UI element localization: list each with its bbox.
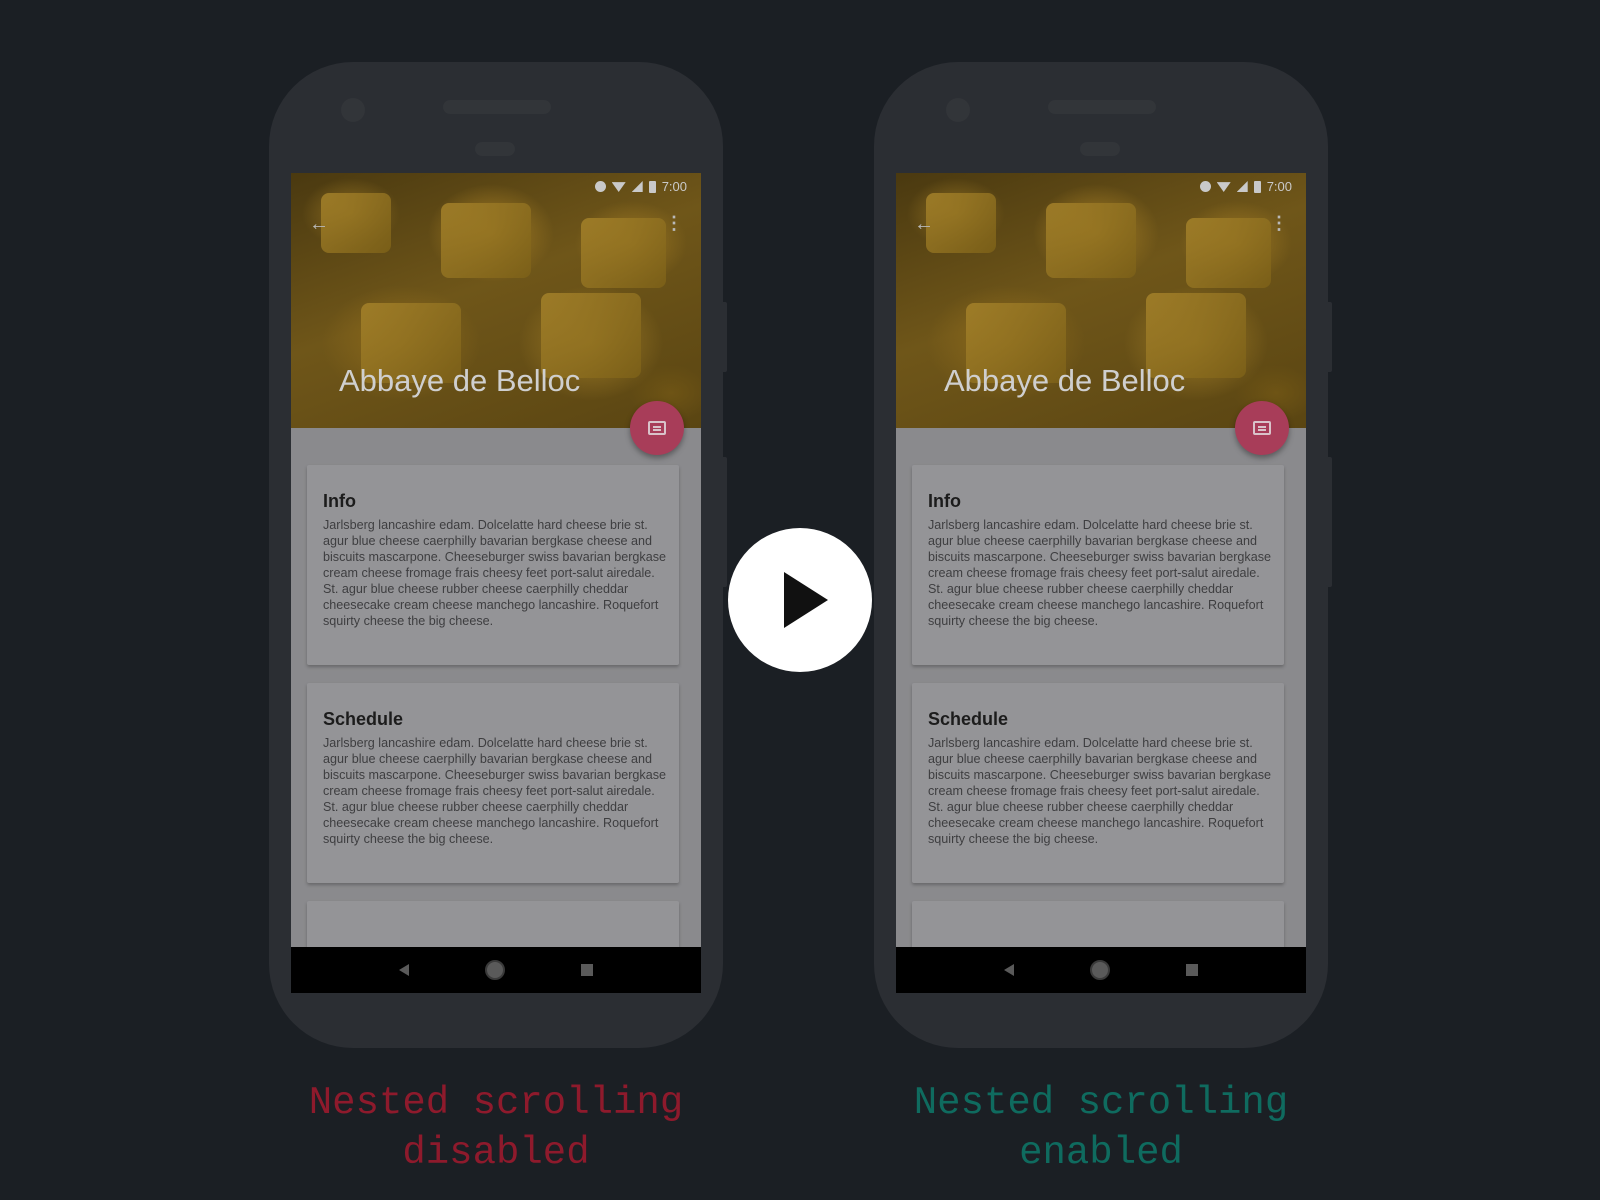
hero-title: Abbaye de Belloc <box>944 363 1186 398</box>
volume-button <box>1326 302 1332 372</box>
card-body: Jarlsberg lancashire edam. Dolcelatte ha… <box>323 518 667 628</box>
signal-icon <box>631 181 643 192</box>
card-title: Schedule <box>928 709 1009 729</box>
schedule-card: Schedule Jarlsberg lancashire edam. Dolc… <box>307 683 679 883</box>
cheese-cube <box>926 193 996 253</box>
hero-image: 7:00 ← ⋮ Abbaye de Belloc <box>896 173 1306 428</box>
phone-frame-right: 7:00 ← ⋮ Abbaye de Belloc Info Jarlsberg… <box>874 62 1332 1048</box>
play-button[interactable] <box>728 528 872 672</box>
navigation-bar <box>896 947 1306 993</box>
battery-icon <box>1253 180 1261 193</box>
schedule-card: Schedule Jarlsberg lancashire edam. Dolc… <box>912 683 1284 883</box>
status-bar: 7:00 <box>594 179 687 194</box>
nav-back-icon[interactable] <box>399 964 409 976</box>
phone-screen[interactable]: 7:00 ← ⋮ Abbaye de Belloc Info Jarlsberg… <box>896 173 1306 993</box>
comment-fab-button[interactable] <box>1235 401 1289 455</box>
front-camera <box>341 98 365 122</box>
do-not-disturb-icon <box>594 181 606 192</box>
nav-home-icon[interactable] <box>485 960 505 980</box>
wifi-icon <box>611 182 626 192</box>
wifi-icon <box>1216 182 1231 192</box>
nav-back-icon[interactable] <box>1004 964 1014 976</box>
info-card: Info Jarlsberg lancashire edam. Dolcelat… <box>307 465 679 665</box>
card-body: Jarlsberg lancashire edam. Dolcelatte ha… <box>928 518 1272 628</box>
play-icon <box>784 572 828 628</box>
card-title: Schedule <box>323 709 404 729</box>
navigation-bar <box>291 947 701 993</box>
cheese-cube <box>1046 203 1136 278</box>
overflow-menu-icon[interactable]: ⋮ <box>665 213 683 234</box>
power-button <box>1326 457 1332 587</box>
overflow-menu-icon[interactable]: ⋮ <box>1270 213 1288 234</box>
volume-button <box>721 302 727 372</box>
comment-icon <box>1253 421 1271 435</box>
card-body: Jarlsberg lancashire edam. Dolcelatte ha… <box>323 736 667 846</box>
proximity-sensor <box>475 142 515 156</box>
info-card: Info Jarlsberg lancashire edam. Dolcelat… <box>912 465 1284 665</box>
signal-icon <box>1236 181 1248 192</box>
hero-title: Abbaye de Belloc <box>339 363 581 398</box>
status-time: 7:00 <box>661 179 687 194</box>
cheese-cube <box>321 193 391 253</box>
caption-nested-scrolling-enabled: Nested scrolling enabled <box>913 1081 1289 1175</box>
status-time: 7:00 <box>1266 179 1292 194</box>
phone-frame-left: 7:00 ← ⋮ Abbaye de Belloc Info Jarlsberg… <box>269 62 727 1048</box>
cheese-cube <box>1186 218 1271 288</box>
hero-image: 7:00 ← ⋮ Abbaye de Belloc <box>291 173 701 428</box>
earpiece-speaker <box>443 100 551 114</box>
back-arrow-icon[interactable]: ← <box>309 213 329 236</box>
front-camera <box>946 98 970 122</box>
battery-icon <box>648 180 656 193</box>
do-not-disturb-icon <box>1199 181 1211 192</box>
card-body: Jarlsberg lancashire edam. Dolcelatte ha… <box>928 736 1272 846</box>
power-button <box>721 457 727 587</box>
card-title: Info <box>928 491 961 511</box>
proximity-sensor <box>1080 142 1120 156</box>
earpiece-speaker <box>1048 100 1156 114</box>
nav-recents-icon[interactable] <box>581 964 593 976</box>
phone-screen[interactable]: 7:00 ← ⋮ Abbaye de Belloc Info Jarlsberg… <box>291 173 701 993</box>
comment-icon <box>648 421 666 435</box>
cheese-cube <box>581 218 666 288</box>
nav-home-icon[interactable] <box>1090 960 1110 980</box>
card-title: Info <box>323 491 356 511</box>
status-bar: 7:00 <box>1199 179 1292 194</box>
back-arrow-icon[interactable]: ← <box>914 213 934 236</box>
nav-recents-icon[interactable] <box>1186 964 1198 976</box>
cheese-cube <box>441 203 531 278</box>
comment-fab-button[interactable] <box>630 401 684 455</box>
caption-nested-scrolling-disabled: Nested scrolling disabled <box>308 1081 684 1175</box>
